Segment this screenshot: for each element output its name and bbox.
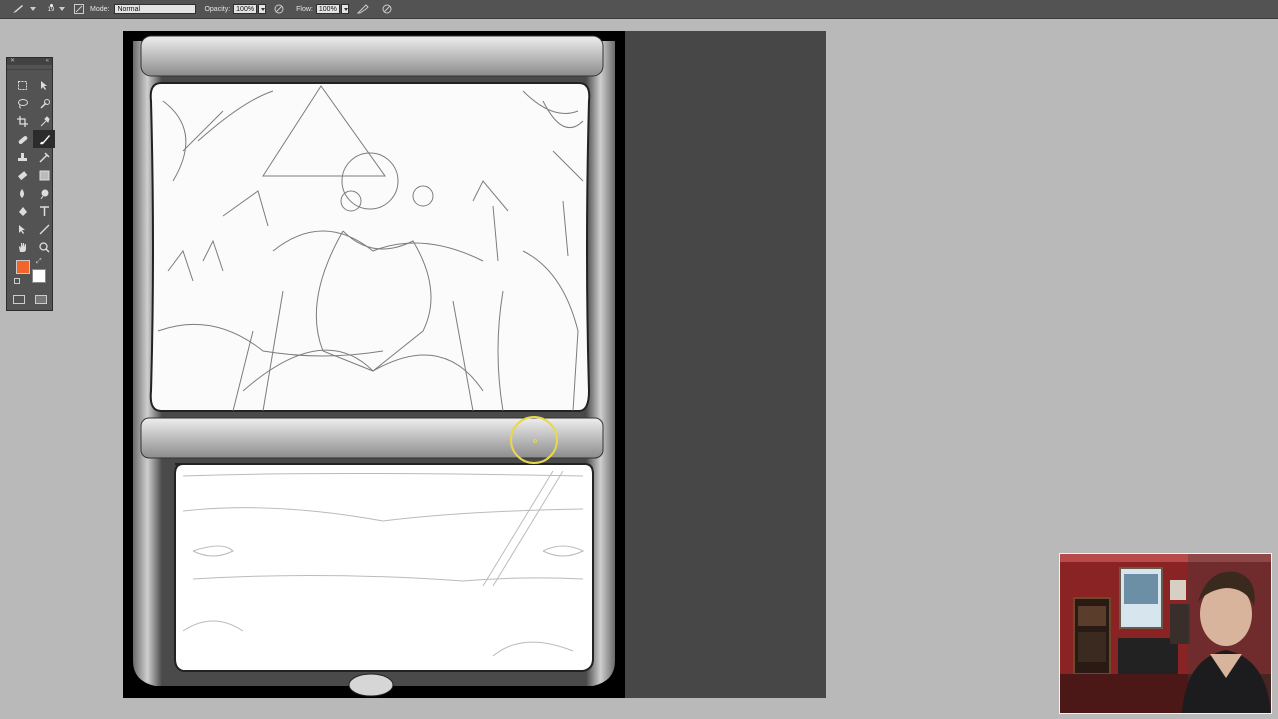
options-bar: 19 Mode: Normal Opacity: 100% Flow: 100% bbox=[0, 0, 1278, 19]
tool-crop[interactable] bbox=[11, 112, 33, 130]
tool-marquee[interactable] bbox=[11, 76, 33, 94]
quick-mask-icon[interactable] bbox=[13, 295, 25, 304]
brush-preset-icon[interactable] bbox=[8, 4, 28, 14]
tool-blur[interactable] bbox=[11, 184, 33, 202]
dodge-icon bbox=[40, 189, 48, 199]
foreground-color-swatch[interactable] bbox=[16, 260, 30, 274]
tool-spot-heal[interactable] bbox=[11, 130, 33, 148]
path-select-icon bbox=[18, 224, 25, 234]
close-panel-icon[interactable]: ✕ bbox=[10, 58, 15, 65]
opacity-input[interactable]: 100% bbox=[233, 4, 258, 14]
preset-dropdown-icon[interactable] bbox=[28, 7, 38, 11]
tool-stamp[interactable] bbox=[11, 148, 33, 166]
tool-eraser[interactable] bbox=[11, 166, 33, 184]
pressure-opacity-icon[interactable] bbox=[272, 4, 286, 14]
webcam-image bbox=[1060, 554, 1271, 713]
tool-path-select[interactable] bbox=[11, 220, 33, 238]
brush-icon bbox=[39, 134, 50, 144]
brush-size-picker[interactable]: 19 bbox=[44, 4, 58, 14]
history-brush-icon bbox=[38, 151, 50, 163]
background-color-swatch[interactable] bbox=[32, 269, 46, 283]
swap-colors-icon[interactable]: ⤢ bbox=[36, 258, 42, 266]
default-colors-icon[interactable] bbox=[14, 278, 20, 284]
webcam-overlay bbox=[1059, 553, 1272, 714]
tool-brush[interactable] bbox=[33, 130, 55, 148]
tools-panel-header[interactable]: ✕ « bbox=[7, 58, 52, 65]
brush-panel-toggle-icon[interactable] bbox=[72, 4, 86, 14]
hand-icon bbox=[18, 242, 26, 252]
flow-dropdown[interactable] bbox=[340, 4, 349, 14]
zoom-icon bbox=[38, 241, 50, 253]
tool-hand[interactable] bbox=[11, 238, 33, 256]
lasso-icon bbox=[17, 98, 28, 108]
eraser-icon bbox=[17, 170, 27, 180]
size-dropdown-icon[interactable] bbox=[58, 7, 66, 11]
opacity-dropdown[interactable] bbox=[258, 4, 267, 14]
tool-dodge[interactable] bbox=[33, 184, 55, 202]
airbrush-icon[interactable] bbox=[355, 4, 371, 14]
pressure-size-icon[interactable] bbox=[379, 4, 395, 14]
mode-select[interactable]: Normal bbox=[114, 4, 197, 14]
tool-quick-select[interactable] bbox=[33, 94, 55, 112]
tool-pen[interactable] bbox=[11, 202, 33, 220]
tool-zoom[interactable] bbox=[33, 238, 55, 256]
text-box bbox=[174, 463, 594, 672]
document-canvas[interactable] bbox=[123, 31, 625, 698]
crop-icon bbox=[16, 115, 28, 127]
tool-type[interactable] bbox=[33, 202, 55, 220]
brush-size-value: 19 bbox=[47, 7, 55, 13]
screen-mode-icon[interactable] bbox=[35, 295, 47, 304]
canvas-pasteboard[interactable] bbox=[123, 31, 826, 698]
gradient-icon bbox=[39, 170, 49, 180]
quick-select-icon bbox=[39, 98, 50, 109]
tool-gradient[interactable] bbox=[33, 166, 55, 184]
panel-grip[interactable] bbox=[7, 65, 52, 70]
card-emblem bbox=[348, 673, 394, 697]
pen-icon bbox=[18, 206, 27, 216]
tools-panel: ✕ « ⤢ bbox=[6, 57, 55, 311]
mode-label: Mode: bbox=[90, 5, 110, 13]
collapse-panel-icon[interactable]: « bbox=[46, 58, 49, 65]
tool-lasso[interactable] bbox=[11, 94, 33, 112]
flow-label: Flow: bbox=[296, 5, 313, 13]
blur-icon bbox=[19, 188, 24, 198]
tool-line[interactable] bbox=[33, 220, 55, 238]
tool-eyedropper[interactable] bbox=[33, 112, 55, 130]
tool-move[interactable] bbox=[33, 76, 55, 94]
tool-grid bbox=[11, 76, 55, 256]
type-icon bbox=[39, 205, 49, 216]
flow-input[interactable]: 100% bbox=[315, 4, 340, 14]
line-icon bbox=[39, 224, 49, 234]
marquee-icon bbox=[17, 80, 27, 90]
tool-history-brush[interactable] bbox=[33, 148, 55, 166]
brush-cursor bbox=[510, 416, 558, 464]
move-icon bbox=[40, 80, 47, 90]
stamp-icon bbox=[17, 152, 27, 161]
eyedropper-icon bbox=[40, 115, 50, 126]
spot-heal-icon bbox=[18, 135, 27, 144]
title-bar bbox=[140, 35, 604, 77]
opacity-label: Opacity: bbox=[204, 5, 231, 13]
card-sketch[interactable] bbox=[123, 31, 625, 698]
